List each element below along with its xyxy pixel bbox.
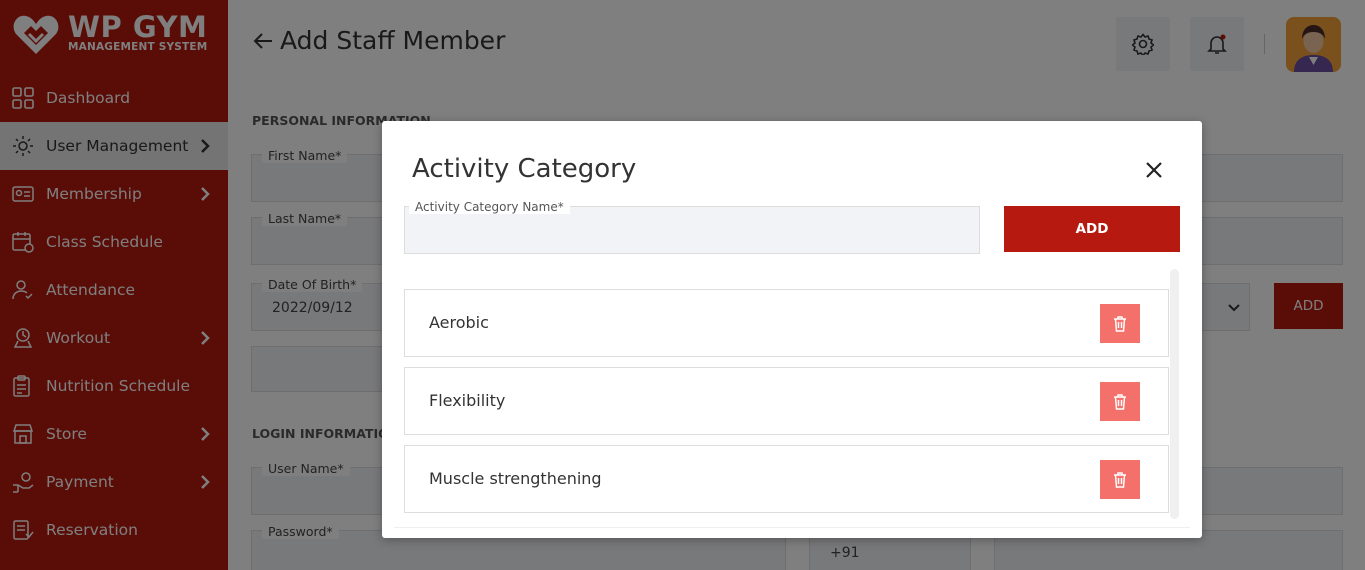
list-item: Flexibility [404,367,1169,435]
list-item: Muscle strengthening [404,445,1169,513]
list-item: Aerobic [404,289,1169,357]
trash-icon [1114,393,1126,410]
activity-category-modal: Activity Category Activity Category Name… [382,121,1202,538]
close-icon[interactable] [1145,161,1163,179]
modal-title: Activity Category [412,154,637,184]
trash-icon [1114,471,1126,488]
activity-category-name-field[interactable]: Activity Category Name* [404,200,980,254]
list-item-label: Aerobic [429,313,489,332]
delete-button[interactable] [1100,382,1140,421]
delete-button[interactable] [1100,304,1140,343]
modal-add-button[interactable]: ADD [1004,206,1180,252]
list-item-label: Flexibility [429,391,506,410]
list-scrollbar[interactable] [1170,269,1179,519]
trash-icon [1114,315,1126,332]
activity-category-name-label: Activity Category Name* [409,200,570,214]
category-list: Aerobic Flexibility Muscle strengthening [404,267,1180,529]
modal-divider [394,527,1190,528]
delete-button[interactable] [1100,460,1140,499]
list-item-label: Muscle strengthening [429,469,602,488]
